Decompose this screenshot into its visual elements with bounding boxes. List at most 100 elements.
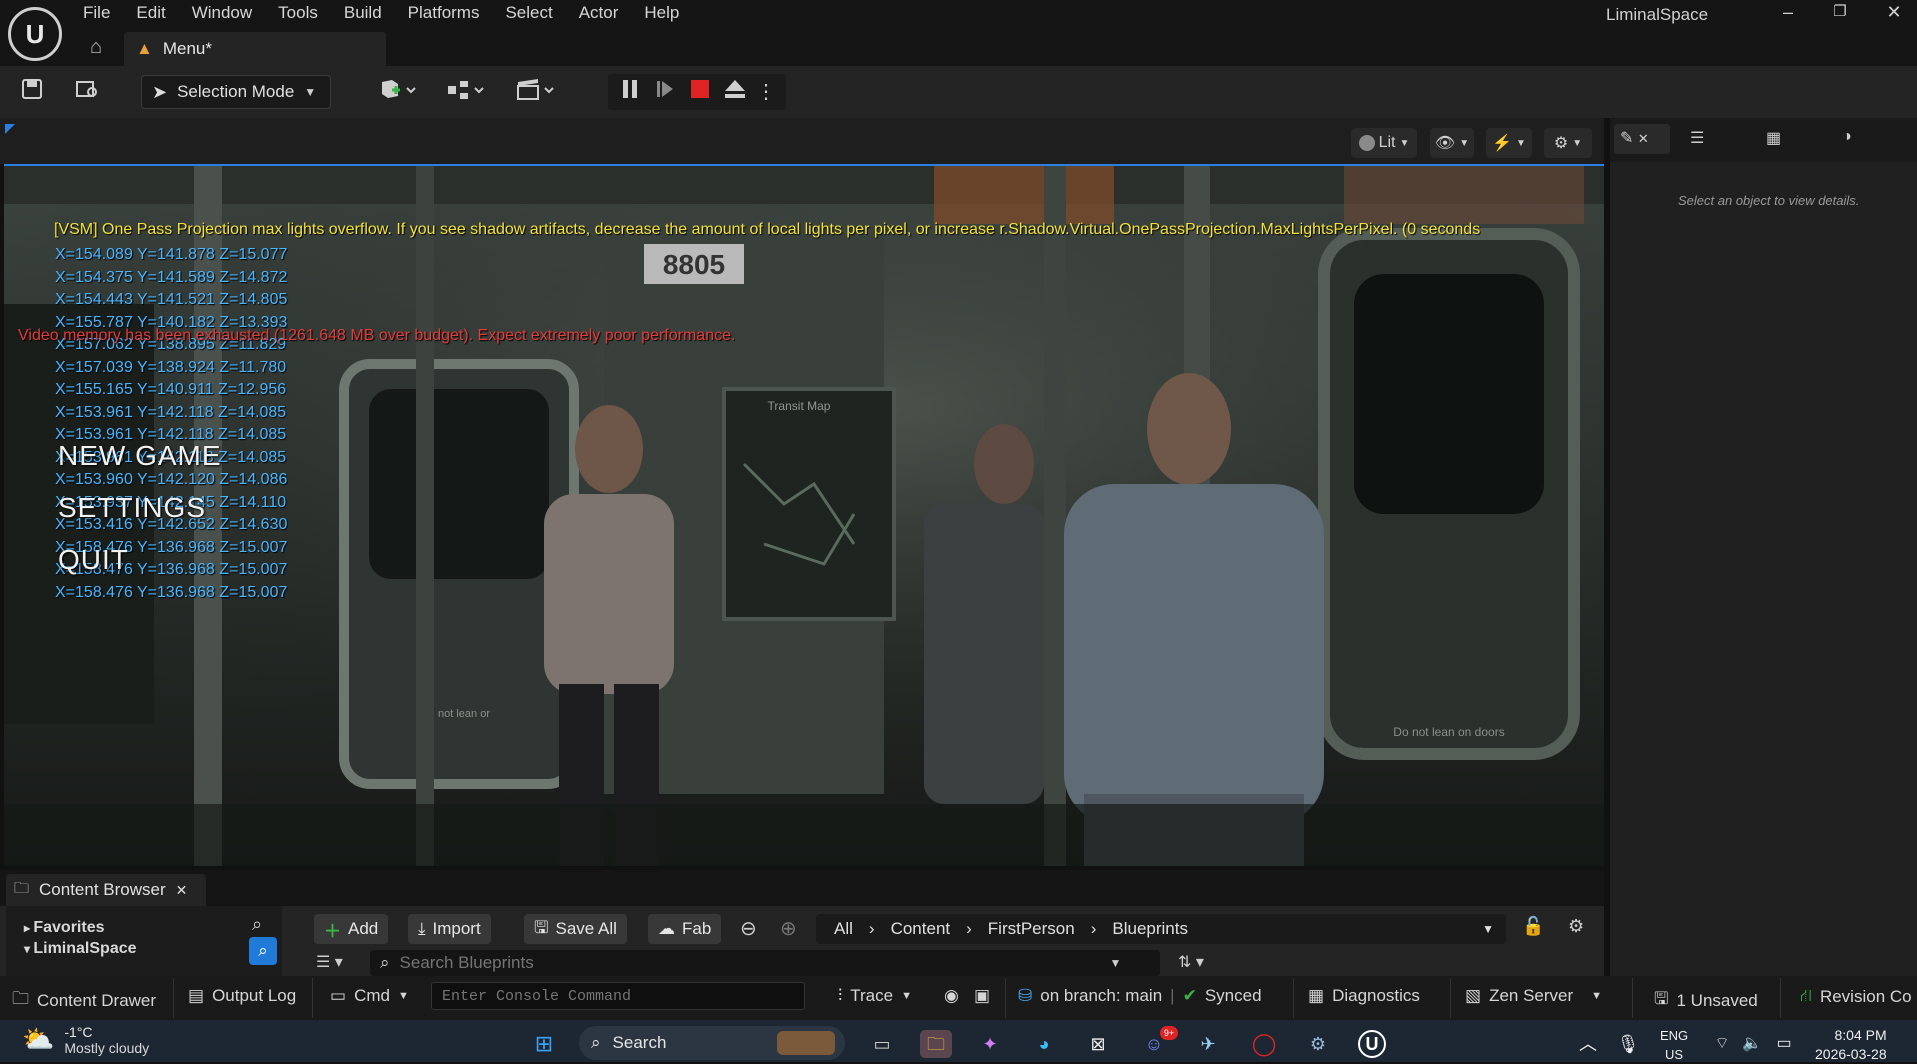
source-control-branch[interactable]: ⛁ on branch: main | ✔ Synced xyxy=(1018,986,1262,1006)
stop-icon[interactable] xyxy=(686,79,714,105)
details-tab[interactable]: ✎ ✕ xyxy=(1614,124,1670,154)
settings-gear-icon[interactable]: ⚙ xyxy=(1568,916,1584,937)
coord-line: X=153.960 Y=142.120 Z=14.086 xyxy=(55,471,288,488)
chevron-down-icon[interactable]: ▼ xyxy=(1482,922,1494,936)
favorites-tree-item[interactable]: ▸ Favorites xyxy=(24,919,105,937)
menu-actor[interactable]: Actor xyxy=(566,0,632,26)
windows-start-icon[interactable]: ⊞ xyxy=(528,1030,560,1058)
chevron-down-icon[interactable]: ▼ xyxy=(1110,956,1122,970)
pause-icon[interactable] xyxy=(616,79,644,105)
weather-widget[interactable]: ⛅ -1°C Mostly cloudy xyxy=(22,1024,149,1056)
task-view-icon[interactable]: ▭ xyxy=(866,1030,898,1058)
menu-help[interactable]: Help xyxy=(631,0,692,26)
content-browser-tab[interactable]: 🗀 Content Browser ✕ xyxy=(6,874,206,906)
home-icon[interactable]: ⌂ xyxy=(90,36,102,59)
back-arrow-icon[interactable]: ⊖ xyxy=(740,916,757,941)
search-blueprints-field[interactable]: ⌕ ▼ xyxy=(370,950,1160,976)
level-viewport[interactable]: 8805 Transit Map Do not lean on doors no… xyxy=(4,164,1604,866)
level-tab[interactable]: ▲ Menu* xyxy=(124,32,386,66)
menu-select[interactable]: Select xyxy=(492,0,565,26)
fab-button[interactable]: ☁ Fab xyxy=(648,914,722,944)
unreal-taskbar-icon[interactable]: U xyxy=(1358,1030,1386,1058)
add-actor-icon[interactable] xyxy=(374,78,422,106)
menu-window[interactable]: Window xyxy=(179,0,265,26)
output-log-button[interactable]: ▤ Output Log xyxy=(188,986,296,1006)
breadcrumb-firstperson[interactable]: FirstPerson xyxy=(988,919,1075,939)
save-icon[interactable] xyxy=(15,78,49,106)
forward-arrow-icon[interactable]: ⊕ xyxy=(780,916,797,941)
breadcrumb-blueprints[interactable]: Blueprints xyxy=(1112,919,1188,939)
minimize-icon[interactable]: – xyxy=(1768,0,1808,26)
browse-level-icon[interactable] xyxy=(70,78,104,106)
viewport-settings-button[interactable]: ⚙ ▼ xyxy=(1544,128,1592,158)
more-options-icon[interactable]: ⋮ xyxy=(756,79,776,105)
chevron-down-icon: ▼ xyxy=(1459,137,1470,149)
save-all-button[interactable]: 🖫 Save All xyxy=(524,914,627,944)
zen-server-dropdown[interactable]: ▧ Zen Server ▼ xyxy=(1465,986,1602,1006)
app-bird-icon[interactable]: ✈ xyxy=(1192,1030,1224,1058)
show-hidden-icons-chevron-icon[interactable]: ︿ xyxy=(1572,1030,1604,1058)
file-explorer-icon[interactable]: 🗀 xyxy=(920,1030,952,1058)
taskbar-search[interactable]: ⌕ Search xyxy=(579,1026,845,1060)
settings-button[interactable]: SETTINGS xyxy=(58,492,206,524)
show-flags-button[interactable]: 👁 ▼ xyxy=(1430,128,1474,158)
search-folder-button[interactable]: ⌕ xyxy=(249,937,277,965)
language-indicator[interactable]: ENG US xyxy=(1660,1026,1688,1064)
world-settings-tab-icon[interactable]: ◑ xyxy=(1842,128,1852,146)
console-command-input[interactable] xyxy=(431,982,805,1010)
sort-icon[interactable]: ⇅ ▾ xyxy=(1178,952,1204,972)
screenshot-icon[interactable]: ▣ xyxy=(974,986,990,1006)
filter-icon[interactable]: ☰ ▾ xyxy=(316,952,343,972)
lock-icon[interactable]: 🔓 xyxy=(1522,916,1544,937)
coord-line: X=153.961 Y=142.118 Z=14.085 xyxy=(55,404,287,421)
add-button[interactable]: ＋ Add xyxy=(314,914,389,944)
search-blueprints-input[interactable] xyxy=(399,953,1100,973)
breadcrumb: All › Content › FirstPerson › Blueprints… xyxy=(816,914,1506,944)
menu-platforms[interactable]: Platforms xyxy=(395,0,493,26)
menu-build[interactable]: Build xyxy=(331,0,395,26)
cinematics-icon[interactable] xyxy=(512,78,560,106)
restore-icon[interactable]: ❐ xyxy=(1820,0,1860,26)
edge-icon[interactable]: ◕ xyxy=(1028,1030,1060,1058)
menu-file[interactable]: File xyxy=(70,0,123,26)
breadcrumb-all[interactable]: All xyxy=(834,919,853,939)
close-tab-icon[interactable]: ✕ xyxy=(176,882,188,899)
microphone-icon[interactable]: 🎙 xyxy=(1612,1030,1644,1058)
project-tree-item[interactable]: ▾ LiminalSpace xyxy=(24,940,137,958)
view-mode-lit-button[interactable]: Lit ▼ xyxy=(1351,128,1417,158)
unsaved-button[interactable]: 🖫 1 Unsaved xyxy=(1654,986,1758,1015)
menu-tools[interactable]: Tools xyxy=(265,0,331,26)
volume-icon[interactable]: 🔈 xyxy=(1736,1030,1768,1058)
unreal-logo-icon[interactable]: U xyxy=(8,7,62,61)
performance-scalability-button[interactable]: ⚡ ▼ xyxy=(1486,128,1532,158)
selection-mode-dropdown[interactable]: ➤ Selection Mode ▼ xyxy=(141,75,331,109)
import-button[interactable]: ⤓ Import xyxy=(408,914,491,944)
close-tab-icon[interactable]: ✕ xyxy=(1638,131,1649,146)
close-window-icon[interactable]: ✕ xyxy=(1874,0,1914,26)
app-x-icon[interactable]: ⊠ xyxy=(1082,1030,1114,1058)
taskbar-clock[interactable]: 8:04 PM 2026-03-28 xyxy=(1815,1026,1887,1064)
coord-line: X=155.165 Y=140.911 Z=12.956 xyxy=(55,381,287,398)
content-drawer-button[interactable]: 🗀 Content Drawer xyxy=(12,986,156,1015)
wifi-icon[interactable]: ⌔ xyxy=(1706,1030,1738,1058)
search-icon[interactable]: ⌕ xyxy=(252,914,262,935)
discord-badge: 9+ xyxy=(1160,1026,1178,1040)
trace-dropdown[interactable]: ⫶ Trace ▼ xyxy=(838,986,912,1006)
menu-edit[interactable]: Edit xyxy=(123,0,178,26)
layers-tab-icon[interactable]: ▦ xyxy=(1766,128,1781,148)
step-frame-icon[interactable] xyxy=(651,79,679,105)
new-game-button[interactable]: NEW GAME xyxy=(58,440,222,472)
cmd-dropdown[interactable]: ▭ Cmd ▼ xyxy=(330,986,409,1006)
battery-icon[interactable]: ▭ xyxy=(1768,1030,1800,1058)
copilot-icon[interactable]: ✦ xyxy=(974,1030,1006,1058)
opera-icon[interactable]: ◯ xyxy=(1248,1030,1280,1058)
diagnostics-button[interactable]: ▦ Diagnostics xyxy=(1308,986,1420,1006)
breadcrumb-content[interactable]: Content xyxy=(891,919,951,939)
eject-icon[interactable] xyxy=(721,79,749,105)
revision-control-button[interactable]: ⛙ Revision Co xyxy=(1800,986,1912,1008)
outliner-tab-icon[interactable]: ☰ xyxy=(1690,128,1704,148)
record-icon[interactable]: ◉ xyxy=(944,986,959,1006)
steam-icon[interactable]: ⚙ xyxy=(1302,1030,1334,1058)
blueprints-icon[interactable] xyxy=(442,78,490,106)
quit-button[interactable]: QUIT xyxy=(58,544,129,576)
